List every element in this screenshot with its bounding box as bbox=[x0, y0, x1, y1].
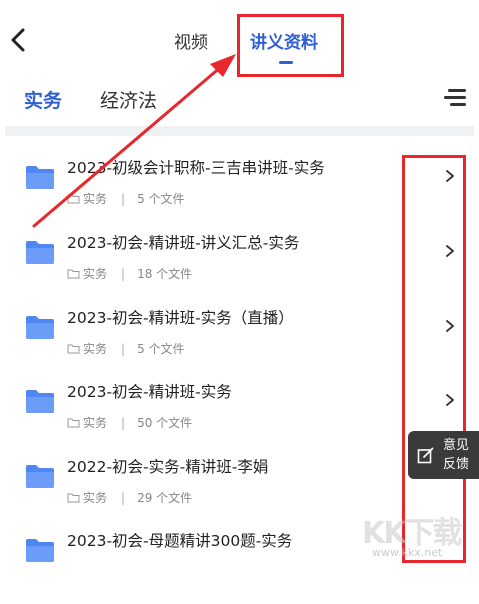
chevron-left-icon bbox=[11, 28, 25, 52]
meta-separator: | bbox=[121, 490, 126, 505]
folder-outline-icon bbox=[67, 418, 80, 428]
subject-tab-practice[interactable]: 实务 bbox=[24, 86, 62, 113]
file-count: 50 个文件 bbox=[137, 416, 193, 430]
file-title: 2023-初会-精讲班-实务 bbox=[67, 383, 232, 401]
file-meta: 实务 | 29 个文件 bbox=[67, 489, 192, 506]
section-divider bbox=[5, 126, 474, 136]
meta-separator: | bbox=[121, 266, 126, 281]
file-title: 2023-初会-精讲班-讲义汇总-实务 bbox=[67, 234, 300, 252]
tab-video[interactable]: 视频 bbox=[174, 28, 208, 53]
file-title: 2023-初会-精讲班-实务（直播） bbox=[67, 309, 294, 327]
file-count: 18 个文件 bbox=[137, 267, 193, 281]
folder-outline-icon bbox=[67, 344, 80, 354]
back-button[interactable] bbox=[4, 22, 32, 58]
subject-tab-economic-law[interactable]: 经济法 bbox=[100, 86, 157, 113]
folder-icon bbox=[24, 463, 56, 489]
folder-icon bbox=[24, 388, 56, 414]
file-meta: 实务 | 5 个文件 bbox=[67, 340, 185, 357]
meta-separator: | bbox=[121, 415, 126, 430]
folder-outline-icon bbox=[67, 194, 80, 204]
file-meta: 实务 | 50 个文件 bbox=[67, 414, 192, 431]
file-category: 实务 bbox=[83, 342, 108, 356]
file-count: 5 个文件 bbox=[137, 342, 185, 356]
folder-icon bbox=[24, 537, 56, 563]
filter-menu-button[interactable] bbox=[440, 86, 466, 110]
folder-icon bbox=[24, 314, 56, 340]
file-category: 实务 bbox=[83, 491, 108, 505]
feedback-label-2: 反馈 bbox=[443, 457, 470, 472]
file-category: 实务 bbox=[83, 416, 108, 430]
file-title: 2022-初会-实务-精讲班-李娟 bbox=[67, 458, 269, 476]
annotation-box-tab bbox=[237, 14, 344, 77]
file-meta: 实务 | 5 个文件 bbox=[67, 190, 185, 207]
folder-outline-icon bbox=[67, 493, 80, 503]
watermark-url: www.kkx.net bbox=[372, 546, 443, 559]
feedback-label-1: 意见 bbox=[443, 438, 470, 453]
file-count: 5 个文件 bbox=[137, 192, 185, 206]
filter-menu-icon bbox=[448, 89, 466, 92]
feedback-button[interactable]: 意见 反馈 bbox=[408, 431, 479, 479]
folder-icon bbox=[24, 239, 56, 265]
file-title: 2023-初级会计职称-三吉串讲班-实务 bbox=[67, 159, 325, 177]
file-title: 2023-初会-母题精讲300题-实务 bbox=[67, 532, 293, 550]
annotation-box-arrows bbox=[402, 155, 466, 563]
meta-separator: | bbox=[121, 191, 126, 206]
watermark: KK下载 www.kkx.net bbox=[360, 508, 479, 565]
file-category: 实务 bbox=[83, 192, 108, 206]
folder-icon bbox=[24, 164, 56, 190]
file-category: 实务 bbox=[83, 267, 108, 281]
edit-icon bbox=[417, 447, 434, 464]
meta-separator: | bbox=[121, 341, 126, 356]
folder-outline-icon bbox=[67, 269, 80, 279]
file-count: 29 个文件 bbox=[137, 491, 193, 505]
file-meta: 实务 | 18 个文件 bbox=[67, 265, 192, 282]
